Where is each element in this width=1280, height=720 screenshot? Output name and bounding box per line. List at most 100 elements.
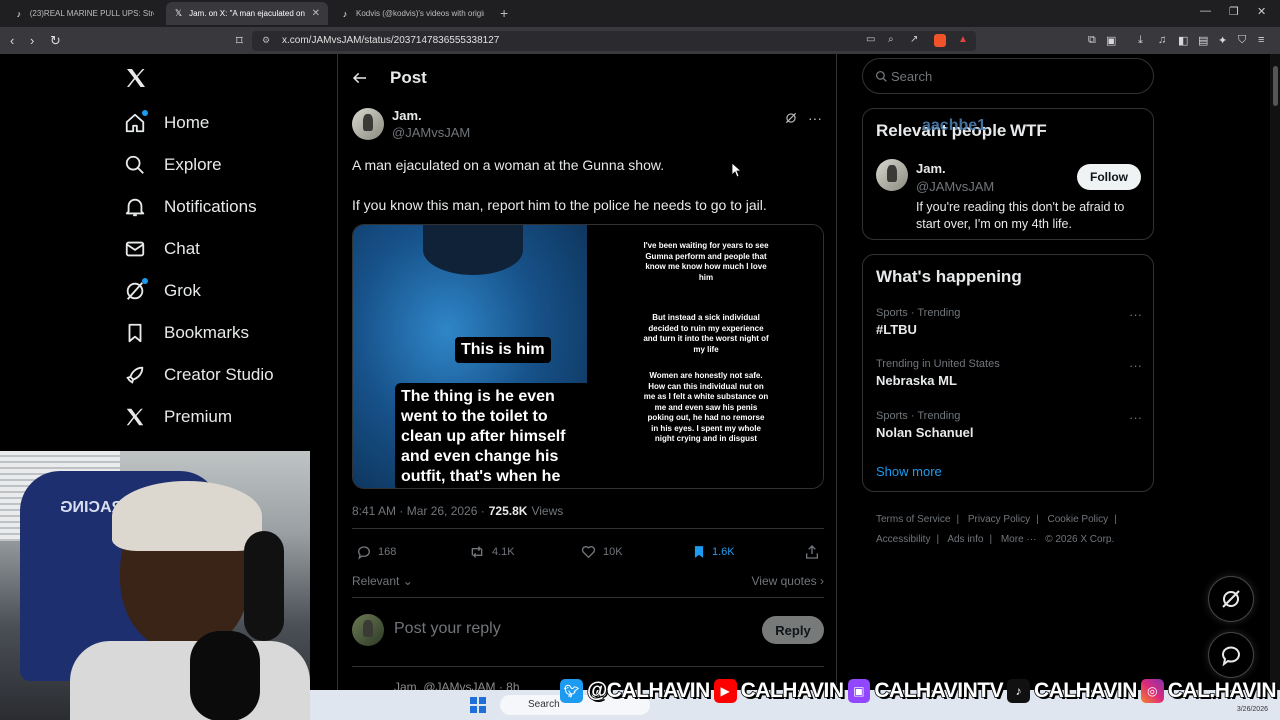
- nav-item-creator-studio[interactable]: Creator Studio: [124, 360, 274, 390]
- search-box[interactable]: Search: [862, 58, 1154, 94]
- menu-icon[interactable]: ≡: [1258, 34, 1271, 47]
- browser-tab-1[interactable]: ♪ (23)REAL MARINE PULL UPS: Strength: [6, 2, 162, 25]
- avatar[interactable]: [876, 159, 908, 191]
- site-info-icon[interactable]: ⚙: [262, 35, 270, 46]
- heart-icon: [581, 546, 596, 558]
- x-logo-icon[interactable]: [124, 66, 148, 90]
- my-avatar[interactable]: [352, 614, 384, 646]
- forward-icon[interactable]: ›: [30, 33, 34, 48]
- minimize-icon[interactable]: —: [1200, 5, 1211, 17]
- search-input[interactable]: Search: [891, 69, 932, 84]
- relevant-sort-dropdown[interactable]: Relevant ⌄: [352, 574, 413, 588]
- nav-item-chat[interactable]: Chat: [124, 234, 200, 264]
- avatar[interactable]: [352, 108, 384, 140]
- browser-tab-3[interactable]: ♪ Kodvis (@kodvis)'s videos with origin: [332, 2, 494, 25]
- social-handle: CALHAVINTV: [874, 678, 1005, 703]
- close-tab-icon[interactable]: ✕: [312, 8, 320, 19]
- extensions-icon[interactable]: ⧉: [1088, 34, 1101, 47]
- footer-link[interactable]: Privacy Policy: [968, 514, 1030, 525]
- scrollbar-thumb[interactable]: [1273, 66, 1278, 106]
- zoom-icon[interactable]: ⌕: [888, 34, 894, 45]
- grok-icon[interactable]: [784, 111, 798, 125]
- leo-icon[interactable]: ✦: [1218, 34, 1231, 47]
- bookmark-action[interactable]: 1.6K: [692, 544, 735, 560]
- media-paragraph: Women are honestly not safe. How can thi…: [643, 371, 769, 443]
- nav-item-premium[interactable]: Premium: [124, 402, 232, 432]
- back-icon[interactable]: ‹: [10, 33, 14, 48]
- brave-shield-icon[interactable]: [934, 34, 946, 47]
- footer-separator: |: [1114, 514, 1117, 525]
- social-handle: @CALHAVIN: [586, 678, 711, 703]
- person-handle[interactable]: @JAMvsJAM: [916, 179, 994, 194]
- view-quotes-link[interactable]: View quotes ›: [752, 574, 825, 588]
- footer-link[interactable]: More ···: [1001, 534, 1037, 545]
- post-media[interactable]: This is him The thing is he even went to…: [352, 224, 824, 489]
- author-handle[interactable]: @JAMvsJAM: [392, 125, 470, 140]
- nav-item-notifications[interactable]: Notifications: [124, 192, 257, 222]
- nav-item-explore[interactable]: Explore: [124, 150, 222, 180]
- reader-icon[interactable]: ▭: [866, 34, 875, 45]
- like-action[interactable]: 10K: [580, 544, 623, 560]
- restore-icon[interactable]: ❐: [1229, 5, 1239, 18]
- more-options-icon[interactable]: ···: [808, 110, 822, 126]
- reply-input[interactable]: Post your reply: [394, 620, 501, 638]
- brave-rewards-icon[interactable]: ▲: [958, 34, 968, 45]
- close-window-icon[interactable]: ✕: [1257, 5, 1266, 18]
- back-arrow-icon[interactable]: [352, 70, 368, 86]
- vpn-icon[interactable]: ⛉: [1238, 34, 1251, 47]
- reply-button[interactable]: Reply: [762, 616, 824, 644]
- repost-action[interactable]: 4.1K: [468, 544, 515, 560]
- person-name[interactable]: Jam.: [916, 161, 946, 176]
- windows-start-icon[interactable]: [470, 697, 486, 713]
- new-tab-button[interactable]: +: [500, 5, 508, 21]
- footer-link[interactable]: Ads info: [947, 534, 983, 545]
- sidebar-icon[interactable]: ◧: [1178, 34, 1191, 47]
- bookmark-count: 1.6K: [712, 546, 735, 558]
- social-handle: CALHAVIN: [740, 678, 845, 703]
- divider: [352, 666, 824, 667]
- media-caption: The thing is he even went to the toilet …: [395, 383, 591, 488]
- wallet2-icon[interactable]: ▤: [1198, 34, 1211, 47]
- share-action[interactable]: [804, 544, 820, 560]
- more-options-icon[interactable]: ···: [1129, 410, 1142, 425]
- author-name[interactable]: Jam.: [392, 108, 470, 123]
- share-icon: [806, 545, 818, 559]
- twitter-icon: 🐦︎: [560, 679, 583, 703]
- card-title-overlay: aachbe1: [922, 117, 987, 134]
- grok-fab-button[interactable]: [1208, 576, 1254, 622]
- tab-title: Kodvis (@kodvis)'s videos with origin: [356, 9, 484, 18]
- trend-item[interactable]: Sports · Trending Nolan Schanuel ···: [876, 410, 1142, 440]
- page-scrollbar[interactable]: [1270, 54, 1280, 720]
- nav-item-home[interactable]: Home: [124, 108, 209, 138]
- nav-item-grok[interactable]: Grok: [124, 276, 201, 306]
- more-options-icon[interactable]: ···: [1129, 307, 1142, 322]
- whats-happening-card: What's happening Sports · Trending #LTBU…: [862, 254, 1154, 492]
- reload-icon[interactable]: ↻: [50, 33, 61, 49]
- media-icon[interactable]: ♫: [1158, 34, 1171, 47]
- messages-fab-button[interactable]: [1208, 632, 1254, 678]
- reply-action[interactable]: 168: [356, 544, 396, 560]
- post-timestamp[interactable]: 8:41 AM · Mar 26, 2026 ·: [352, 504, 485, 518]
- trend-item[interactable]: Sports · Trending #LTBU ···: [876, 307, 1142, 337]
- trend-item[interactable]: Trending in United States Nebraska ML ··…: [876, 358, 1142, 388]
- footer-link[interactable]: Terms of Service: [876, 514, 950, 525]
- bookmark-page-icon[interactable]: ⌑: [236, 33, 243, 49]
- trend-category: Trending in United States: [876, 358, 1000, 370]
- browser-tab-2[interactable]: 𝕏 Jam. on X: "A man ejaculated on ✕: [166, 2, 328, 25]
- more-options-icon[interactable]: ···: [1129, 358, 1142, 373]
- footer-link[interactable]: Accessibility: [876, 534, 930, 545]
- wallet-icon[interactable]: ▣: [1106, 34, 1119, 47]
- follow-button[interactable]: Follow: [1077, 164, 1141, 190]
- show-more-link[interactable]: Show more: [876, 464, 942, 479]
- twitch-icon: ▣: [847, 679, 871, 703]
- url-bar[interactable]: ⚙ x.com/JAMvsJAM/status/2037147836555338…: [252, 31, 976, 51]
- post-author[interactable]: Jam. @JAMvsJAM: [352, 108, 470, 140]
- repost-icon: [471, 546, 483, 558]
- footer-link[interactable]: Cookie Policy: [1048, 514, 1109, 525]
- downloads-icon[interactable]: ⤓: [1138, 34, 1151, 47]
- page-title: Post: [390, 68, 427, 87]
- share-icon[interactable]: ↗: [910, 34, 918, 45]
- nav-item-bookmarks[interactable]: Bookmarks: [124, 318, 249, 348]
- browser-toolbar: ‹ › ↻ ⌑ ⚙ x.com/JAMvsJAM/status/20371478…: [0, 27, 1280, 54]
- x-icon: 𝕏: [174, 8, 183, 18]
